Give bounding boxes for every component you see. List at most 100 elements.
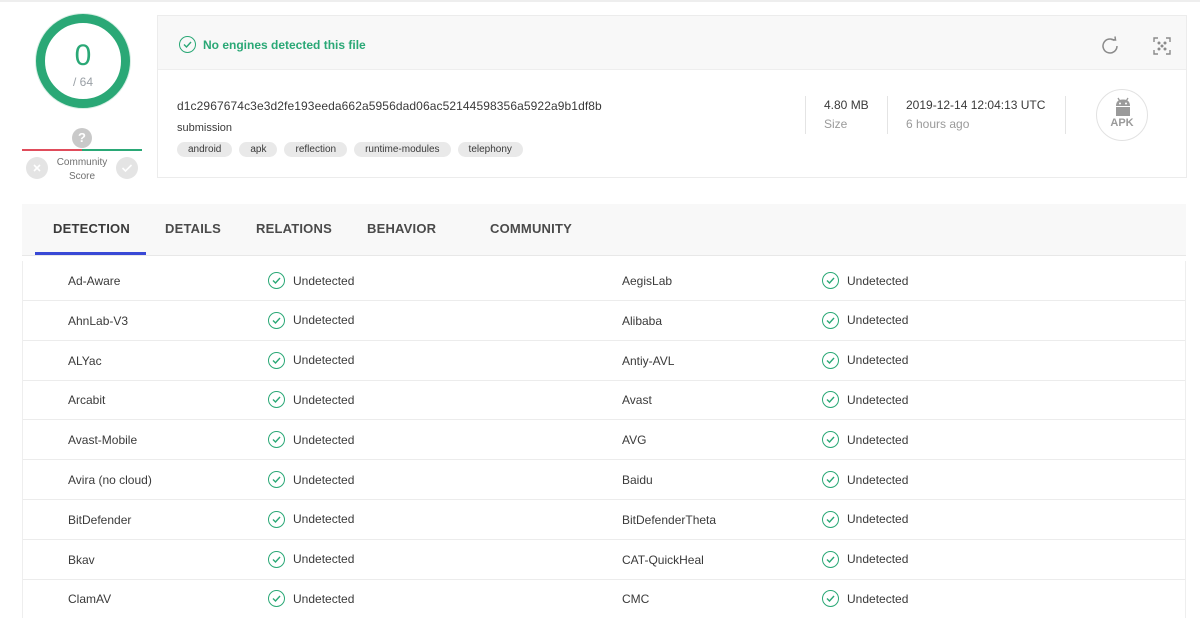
table-row: AhnLab-V3 Undetected Alibaba Undetected — [23, 301, 1185, 341]
table-row: Arcabit Undetected Avast Undetected — [23, 380, 1185, 421]
engine-name: AegisLab — [622, 274, 673, 288]
question-icon: ? — [72, 128, 92, 148]
tab-relations[interactable]: RELATIONS — [256, 221, 332, 236]
check-circle-icon — [268, 311, 285, 329]
engine-name: CMC — [622, 592, 650, 607]
result-label: Undetected — [293, 512, 355, 527]
status-text: No engines detected this file — [203, 38, 366, 52]
engine-result: Undetected — [822, 272, 908, 289]
engine-result: Undetected — [822, 510, 908, 528]
analysis-date: 2019-12-14 12:04:13 UTC — [906, 98, 1046, 112]
engine-name: Alibaba — [622, 313, 663, 328]
top-divider — [0, 0, 1200, 2]
result-label: Undetected — [847, 392, 909, 407]
check-circle-icon — [268, 550, 285, 568]
result-label: Undetected — [293, 353, 355, 368]
table-row: ClamAV Undetected CMC Undetected — [23, 579, 1185, 618]
detection-score-widget: 0 / 64 ? Community Score — [20, 14, 144, 184]
file-summary-card: No engines detected this file d1c2967674… — [157, 15, 1187, 178]
engine-result: Undetected — [268, 391, 354, 409]
divider — [805, 96, 806, 134]
table-row: BitDefender Undetected BitDefenderTheta Und… — [23, 500, 1185, 540]
check-circle-icon — [268, 272, 285, 289]
engine-result: Undetected — [268, 431, 355, 449]
tag[interactable]: apk — [239, 142, 278, 157]
community-score-bar — [22, 149, 142, 151]
status-bar: No engines detected this file — [158, 16, 1186, 70]
engine-name: Baidu — [622, 473, 653, 487]
engine-result: Undetected — [822, 351, 909, 369]
scan-icon[interactable] — [1151, 35, 1173, 57]
check-circle-icon — [822, 510, 839, 528]
check-circle-icon — [822, 391, 839, 409]
engine-result: Undetected — [268, 590, 355, 608]
engine-result: Undetected — [822, 471, 908, 488]
check-circle-icon — [179, 36, 196, 53]
engine-name: BitDefender — [68, 512, 132, 527]
result-label: Undetected — [847, 591, 909, 606]
engine-name: ALYac — [68, 353, 102, 368]
tag[interactable]: android — [177, 142, 233, 157]
check-circle-icon — [822, 590, 839, 608]
engine-result: Undetected — [268, 510, 355, 528]
engine-name: Avast — [622, 393, 652, 408]
check-circle-icon — [822, 351, 839, 369]
check-circle-icon — [822, 311, 839, 329]
vote-harmful-button[interactable] — [26, 157, 48, 179]
check-circle-icon — [822, 550, 839, 568]
engine-name: CAT-QuickHeal — [622, 552, 704, 567]
tab-community[interactable]: COMMUNITY — [490, 221, 572, 236]
file-name: submission — [177, 122, 233, 134]
engine-result: Undetected — [822, 431, 909, 449]
engine-name: Bkav — [68, 552, 95, 567]
result-label: Undetected — [293, 273, 355, 288]
result-label: Undetected — [293, 432, 355, 447]
engine-name: ClamAV — [68, 592, 112, 607]
check-circle-icon — [268, 510, 285, 528]
refresh-icon[interactable] — [1099, 35, 1121, 57]
report-tabs: DETECTION DETAILS RELATIONS BEHAVIOR COM… — [22, 204, 1186, 256]
result-label: Undetected — [293, 552, 355, 567]
score-ring: 0 / 64 — [36, 14, 130, 108]
score-detections: 0 — [74, 39, 92, 72]
engine-name: Arcabit — [68, 393, 106, 408]
check-circle-icon — [822, 471, 839, 488]
check-circle-icon — [268, 471, 285, 488]
tag[interactable]: runtime-modules — [354, 142, 451, 157]
table-row: Ad-Aware Undetected AegisLab Undetected — [23, 261, 1185, 301]
detections-table: Ad-Aware Undetected AegisLab Undetected AhnL… — [22, 261, 1186, 618]
result-label: Undetected — [847, 432, 909, 447]
tab-behavior[interactable]: BEHAVIOR — [367, 221, 436, 236]
result-label: Undetected — [293, 472, 355, 487]
file-size-label: Size — [824, 117, 848, 131]
engine-result: Undetected — [268, 272, 354, 289]
tab-details[interactable]: DETAILS — [165, 221, 221, 236]
tag[interactable]: telephony — [457, 142, 523, 157]
result-label: Undetected — [847, 472, 909, 487]
table-row: Avira (no cloud) Undetected Baidu Undetecte… — [23, 460, 1185, 500]
engine-name: AhnLab-V3 — [68, 313, 129, 328]
engine-result: Undetected — [822, 391, 909, 409]
vote-harmless-button[interactable] — [116, 157, 138, 179]
engine-result: Undetected — [822, 311, 909, 329]
tag-list: android apk reflection runtime-modules t… — [177, 142, 523, 157]
engine-name: AVG — [622, 433, 647, 448]
tab-detection[interactable]: DETECTION — [53, 221, 130, 236]
engine-result: Undetected — [822, 590, 909, 608]
result-label: Undetected — [847, 353, 909, 368]
result-label: Undetected — [847, 313, 909, 328]
file-hash[interactable]: d1c2967674c3e3d2fe193eeda662a5956dad06ac… — [177, 99, 602, 113]
engine-name: BitDefenderTheta — [622, 512, 717, 527]
result-label: Undetected — [847, 273, 909, 288]
check-circle-icon — [268, 391, 285, 409]
divider — [1065, 96, 1066, 134]
result-label: Undetected — [293, 591, 355, 606]
community-score-label: Community Score — [56, 157, 108, 182]
tag[interactable]: reflection — [284, 142, 348, 157]
active-tab-indicator — [35, 252, 146, 255]
check-circle-icon — [822, 272, 839, 289]
table-row: ALYac Undetected Antiy-AVL Undetected — [23, 341, 1185, 381]
result-label: Undetected — [847, 552, 909, 567]
check-circle-icon — [268, 431, 285, 449]
file-type-label: APK — [1110, 117, 1134, 129]
